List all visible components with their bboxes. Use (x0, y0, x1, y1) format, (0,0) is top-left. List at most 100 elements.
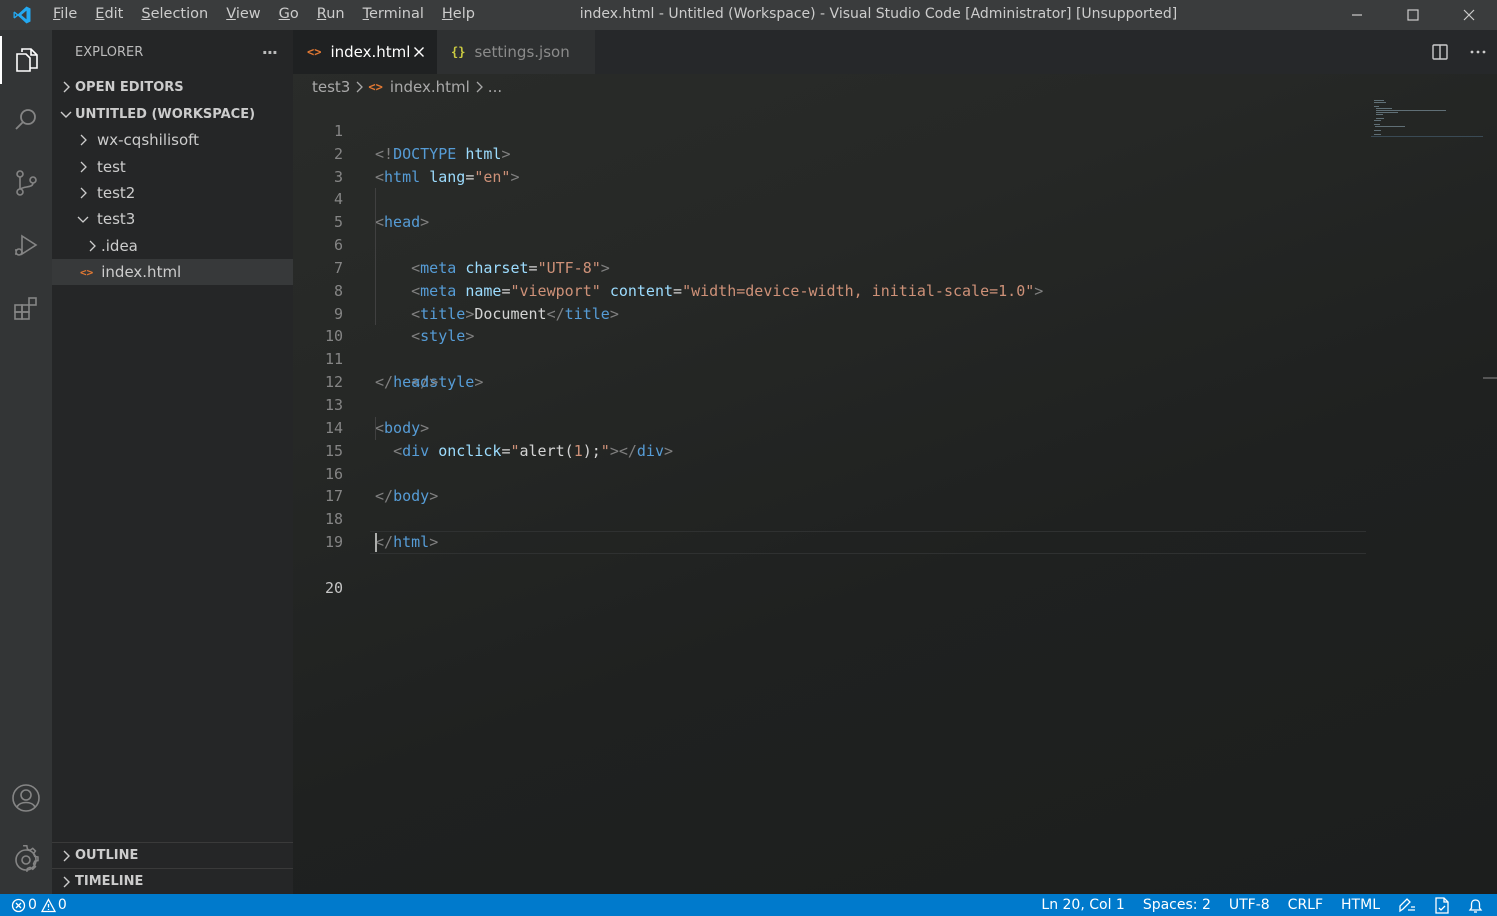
minimize-icon (1352, 14, 1362, 16)
code-line: 14 <div onclick="alert(1);"></div> (293, 394, 1368, 460)
code-line: 4 <head> (293, 166, 1368, 231)
code-line: 13 <body> (293, 371, 1368, 437)
chevron-right-icon (58, 874, 74, 890)
extensions-activity[interactable] (0, 284, 52, 332)
code-line: 2 <html lang="en"> (293, 120, 1368, 186)
text-cursor (375, 533, 377, 553)
split-editor-button[interactable] (1421, 30, 1459, 74)
file-index-html[interactable]: <> index.html (52, 258, 293, 286)
current-code-line: 20 (293, 531, 1368, 597)
folder-test3[interactable]: test3 (52, 206, 293, 232)
accounts-activity[interactable] (0, 774, 52, 822)
code-line: 17 (293, 463, 1368, 505)
menu-help[interactable]: Help (433, 0, 484, 30)
chevron-right-icon (475, 81, 483, 93)
menu-go[interactable]: Go (270, 0, 308, 30)
close-tab-button[interactable] (413, 46, 425, 58)
vertical-scrollbar[interactable] (1483, 74, 1497, 894)
more-actions-button[interactable]: ··· (262, 43, 278, 62)
manage-activity[interactable] (0, 836, 52, 884)
folder-label: test3 (97, 210, 136, 229)
code-line: 7 <title>Document</title> (293, 234, 1368, 323)
editor-more-button[interactable] (1459, 30, 1497, 74)
maximize-button[interactable] (1385, 0, 1441, 30)
code-line: 1 <!DOCTYPE html> (293, 97, 1368, 163)
chevron-right-icon (355, 81, 364, 93)
json-file-icon: {} (451, 45, 466, 59)
tab-settings-json[interactable]: {} settings.json (437, 30, 595, 74)
code-line: 16 </body> (293, 440, 1368, 506)
indent-guide (375, 211, 376, 235)
line-number: 20 (324, 578, 343, 597)
run-debug-icon (15, 234, 38, 256)
more-icon (1470, 50, 1486, 54)
indent-guide (375, 234, 376, 257)
sidebar-header: EXPLORER ··· (52, 30, 293, 74)
code-line: 5 <meta charset="UTF-8"> (293, 188, 1368, 277)
cursor-position[interactable]: Ln 20, Col 1 (1041, 897, 1124, 913)
gear-icon (15, 845, 39, 872)
search-activity[interactable] (0, 96, 52, 144)
notifications-button[interactable] (1468, 897, 1483, 914)
breadcrumb-symbols[interactable]: ... (488, 78, 502, 96)
error-icon (11, 898, 26, 913)
tab-label: settings.json (474, 43, 570, 61)
explorer-sidebar: EXPLORER ··· OPEN EDITORS UNTITLED (WORK… (52, 30, 293, 894)
folder-test[interactable]: test (52, 153, 293, 179)
bell-icon (1468, 898, 1483, 913)
tab-bar: <> index.html {} settings.json (293, 30, 1497, 74)
breadcrumb: test3 <> index.html ... (312, 75, 502, 99)
code-line: 10 </style> (293, 302, 1368, 391)
menu-bar: File Edit Selection View Go Run Terminal… (44, 0, 484, 30)
menu-terminal[interactable]: Terminal (354, 0, 433, 30)
source-control-icon (16, 170, 37, 196)
activity-bar (0, 30, 52, 894)
folder-test2[interactable]: test2 (52, 180, 293, 206)
minimap-slider[interactable] (1371, 97, 1483, 137)
chevron-right-icon (75, 185, 91, 201)
indent-guide (375, 302, 376, 326)
menu-run[interactable]: Run (308, 0, 354, 30)
language-mode[interactable]: HTML (1341, 897, 1380, 913)
timeline-section[interactable]: TIMELINE (52, 868, 293, 894)
workspace-section[interactable]: UNTITLED (WORKSPACE) (52, 101, 293, 127)
code-editor[interactable]: 1 <!DOCTYPE html> 2 <html lang="en"> 3 4… (293, 97, 1368, 597)
source-control-activity[interactable] (0, 159, 52, 207)
warning-count: 0 (57, 897, 67, 913)
menu-file[interactable]: File (44, 0, 86, 30)
indent-guide (375, 416, 376, 440)
encoding[interactable]: UTF-8 (1229, 897, 1270, 913)
menu-selection[interactable]: Selection (132, 0, 217, 30)
error-count: 0 (28, 897, 37, 913)
explorer-activity[interactable] (0, 36, 52, 84)
live-share-button[interactable] (1398, 897, 1416, 913)
vscode-logo-icon (0, 0, 44, 30)
tab-index-html[interactable]: <> index.html (293, 30, 437, 74)
html-file-icon: <> (307, 45, 322, 59)
problems-indicator[interactable]: 0 0 (0, 894, 67, 916)
outline-section[interactable]: OUTLINE (52, 842, 293, 868)
indentation[interactable]: Spaces: 2 (1143, 897, 1211, 913)
account-icon (12, 784, 40, 812)
code-line: 12 (293, 348, 1368, 391)
breadcrumb-file[interactable]: index.html (390, 78, 470, 96)
code-line: 3 (293, 143, 1368, 186)
open-editors-section[interactable]: OPEN EDITORS (52, 74, 293, 100)
menu-view[interactable]: View (217, 0, 269, 30)
code-line: 15 (293, 416, 1368, 460)
run-debug-activity[interactable] (0, 221, 52, 269)
close-window-button[interactable] (1441, 0, 1497, 30)
breadcrumb-folder[interactable]: test3 (312, 78, 350, 96)
title-bar: File Edit Selection View Go Run Terminal… (0, 0, 1497, 30)
folder-idea[interactable]: .idea (52, 233, 293, 259)
code-line: 6 <meta name="viewport" content="width=d… (293, 211, 1368, 300)
current-line-highlight (370, 531, 1366, 554)
menu-edit[interactable]: Edit (86, 0, 132, 30)
end-of-line[interactable]: CRLF (1288, 897, 1323, 913)
maximize-icon (1407, 9, 1419, 21)
timeline-label: TIMELINE (75, 874, 144, 889)
file-sync-button[interactable] (1434, 896, 1450, 914)
folder-wx-cqshilisoft[interactable]: wx-cqshilisoft (52, 127, 293, 153)
chevron-down-icon (75, 211, 91, 227)
minimize-button[interactable] (1329, 0, 1385, 30)
